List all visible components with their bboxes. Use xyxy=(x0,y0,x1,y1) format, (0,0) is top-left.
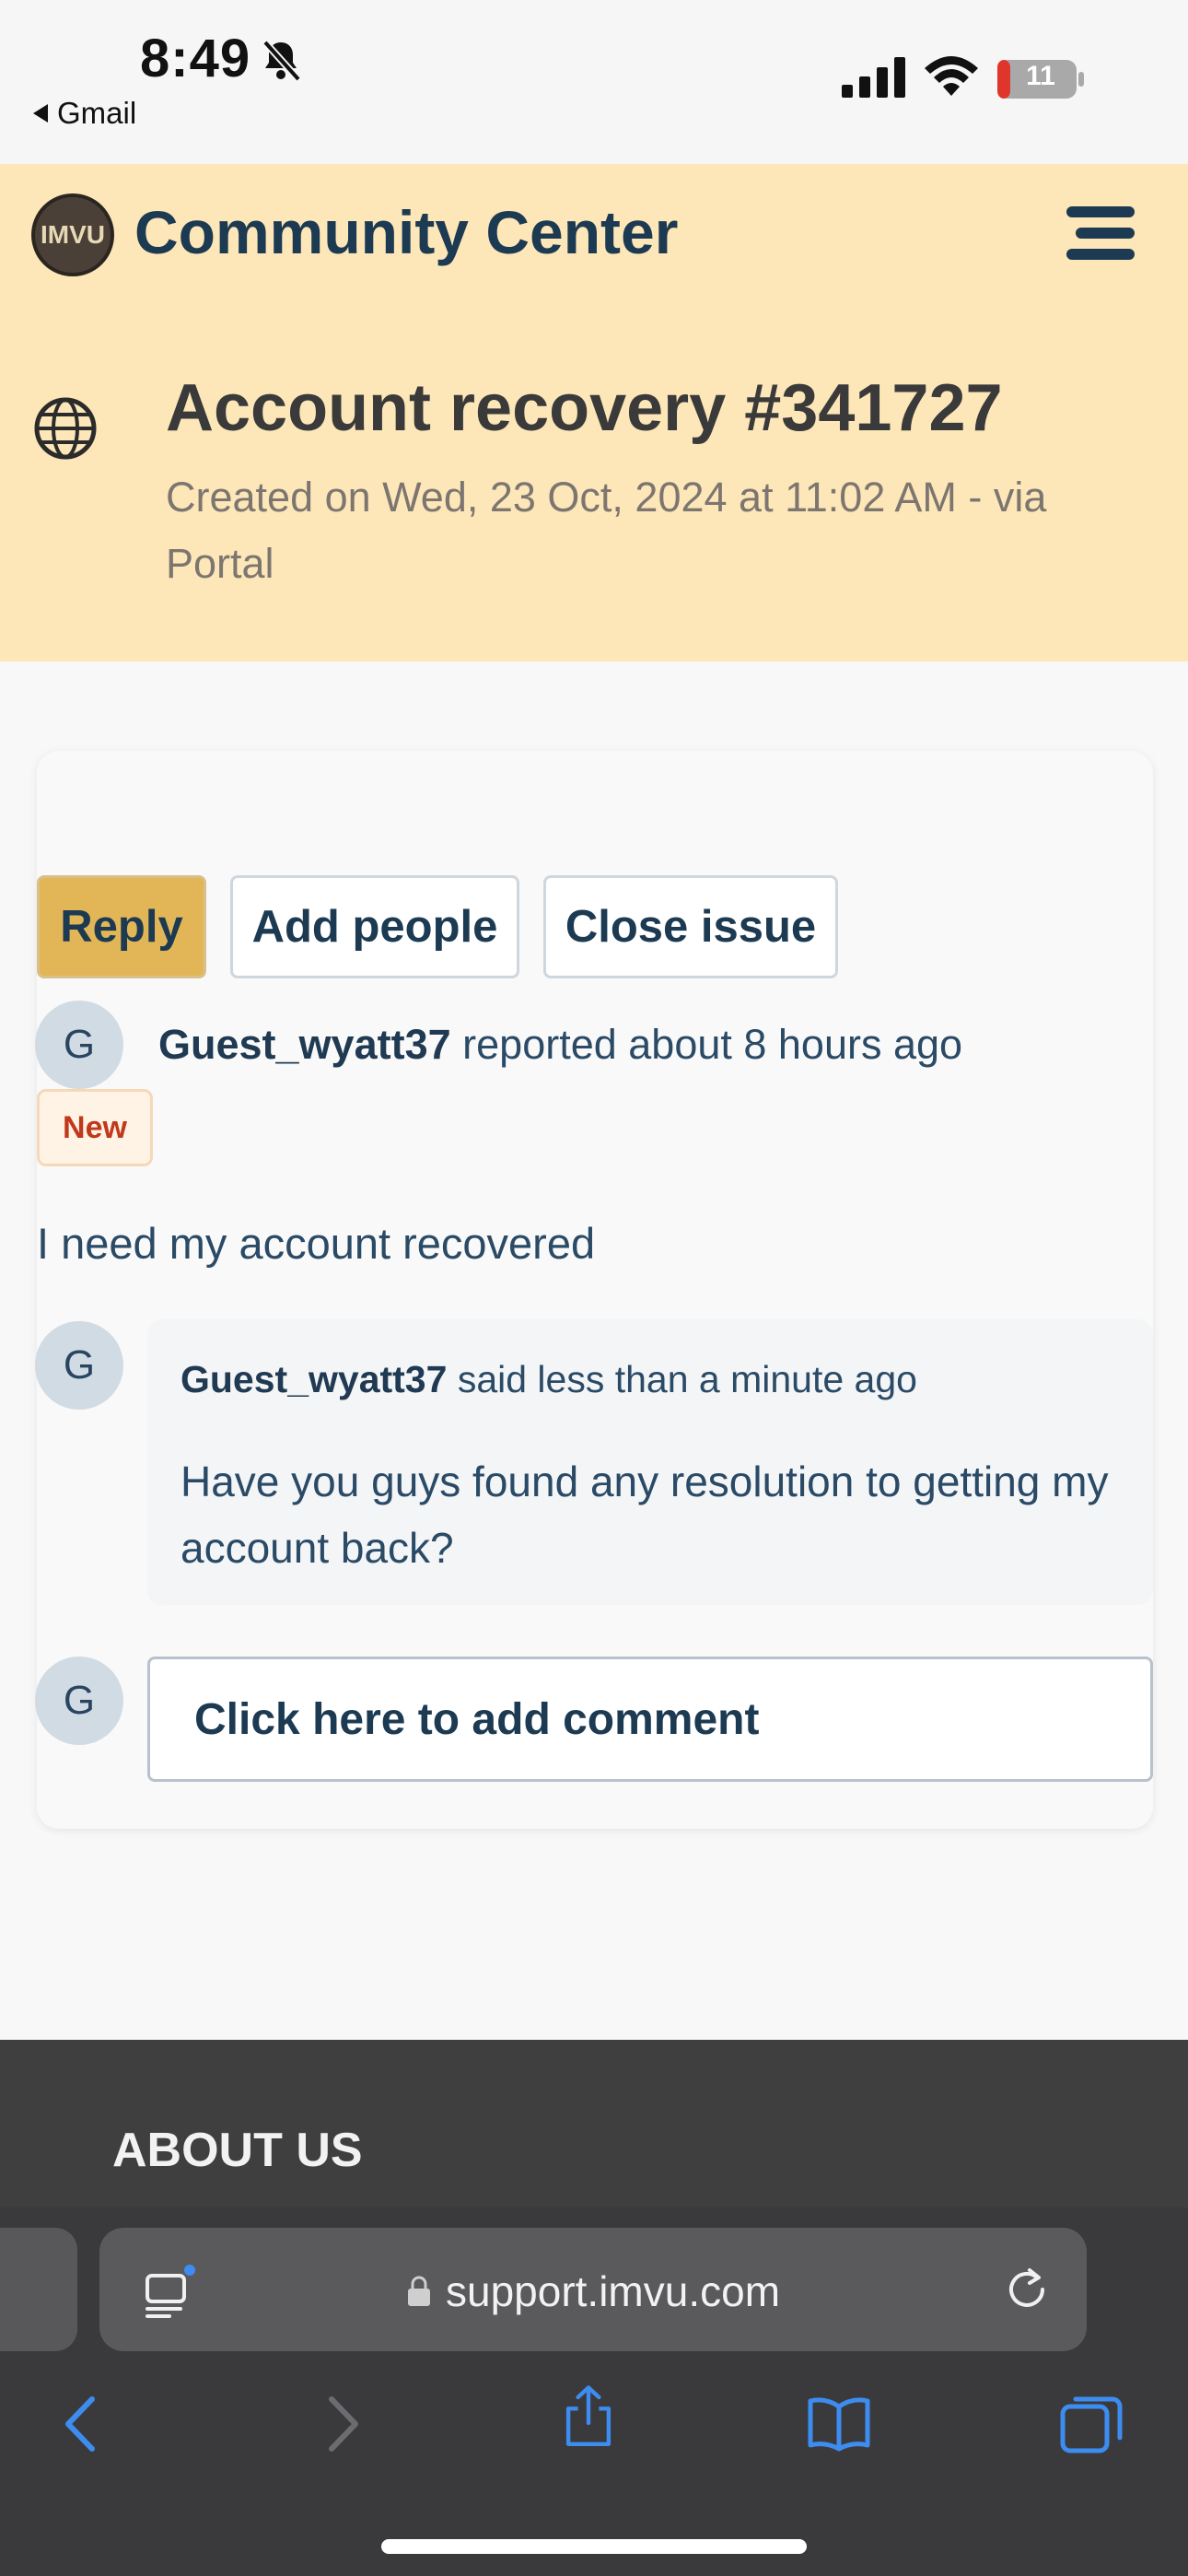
footer-heading: ABOUT US xyxy=(112,2124,363,2177)
avatar: G xyxy=(35,1657,123,1745)
lock-icon xyxy=(408,2276,430,2306)
reporter-name[interactable]: Guest_wyatt37 xyxy=(158,1021,451,1068)
back-icon[interactable] xyxy=(52,2392,116,2456)
site-title[interactable]: Community Center xyxy=(134,197,678,267)
avatar: G xyxy=(35,1001,123,1089)
signal-icon xyxy=(842,57,905,98)
previous-tab[interactable] xyxy=(0,2228,77,2351)
bookmarks-icon[interactable] xyxy=(807,2392,871,2456)
bell-slash-icon xyxy=(262,40,301,82)
close-issue-button[interactable]: Close issue xyxy=(543,875,838,978)
wifi-icon xyxy=(925,56,978,96)
logo-text: IMVU xyxy=(41,220,105,249)
avatar: G xyxy=(35,1321,123,1410)
comment-text: Have you guys found any resolution to ge… xyxy=(181,1458,1109,1572)
tabs-icon[interactable] xyxy=(1059,2392,1124,2456)
reply-button[interactable]: Reply xyxy=(37,875,206,978)
report-time: reported about 8 hours ago xyxy=(462,1021,963,1068)
forward-icon[interactable] xyxy=(309,2392,374,2456)
status-badge: New xyxy=(37,1089,153,1166)
issue-description: I need my account recovered xyxy=(37,1219,596,1268)
home-indicator[interactable] xyxy=(381,2539,807,2554)
back-app-label: Gmail xyxy=(57,96,137,130)
hamburger-icon[interactable] xyxy=(1066,205,1135,262)
comment-header: Guest_wyatt37 said less than a minute ag… xyxy=(181,1358,917,1401)
ticket-meta: Created on Wed, 23 Oct, 2024 at 11:02 AM… xyxy=(166,474,1047,587)
url-text[interactable]: support.imvu.com xyxy=(446,2266,780,2316)
globe-icon xyxy=(34,397,97,460)
back-triangle-icon xyxy=(33,104,48,123)
page-menu-icon[interactable] xyxy=(144,2263,197,2320)
imvu-logo[interactable]: IMVU xyxy=(31,193,114,276)
ticket-title: Account recovery #341727 xyxy=(166,371,1003,445)
back-to-app-link[interactable]: Gmail xyxy=(33,96,136,131)
reload-icon[interactable] xyxy=(1002,2265,1052,2314)
battery-level: 11 xyxy=(1026,61,1055,91)
add-people-button[interactable]: Add people xyxy=(230,875,519,978)
comment-time: said less than a minute ago xyxy=(457,1358,917,1400)
report-header: Guest_wyatt37 reported about 8 hours ago xyxy=(158,1021,962,1069)
commenter-name[interactable]: Guest_wyatt37 xyxy=(181,1358,447,1400)
add-comment-field[interactable]: Click here to add comment xyxy=(147,1657,1153,1782)
share-icon[interactable] xyxy=(556,2384,621,2449)
status-time: 8:49 xyxy=(140,29,251,88)
